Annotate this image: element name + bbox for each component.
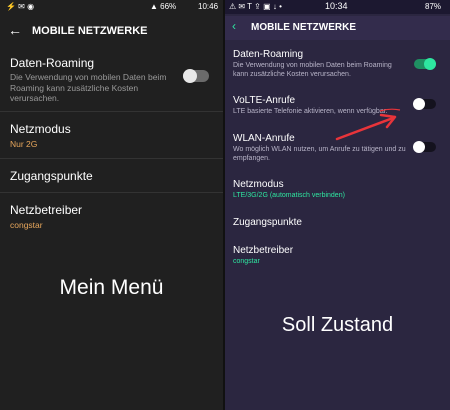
caption-target-state: Soll Zustand — [281, 314, 394, 336]
setting-title: Netzbetreiber — [10, 203, 83, 217]
caption-my-menu: Mein Menü — [59, 276, 164, 299]
page-title: MOBILE NETZWERKE — [32, 25, 148, 37]
comparison-screenshot: ⚡ ✉ ◉ ▲ 66% 10:46 ← MOBILE NETZWERKE Dat… — [0, 0, 450, 410]
divider — [0, 158, 223, 159]
back-arrow-icon[interactable]: ← — [8, 22, 22, 38]
right-phone-screen: ⚠ ✉ T ⇪ ▣ ↓ • 10:34 87% ‹ MOBILE NETZWER… — [225, 0, 450, 410]
setting-title: Daten-Roaming — [10, 56, 95, 70]
setting-title: Netzmodus — [10, 122, 71, 136]
notification-icons: ⚡ ✉ ◉ — [6, 2, 35, 11]
divider — [0, 111, 223, 112]
divider — [0, 192, 223, 193]
setting-value: Nur 2G — [10, 139, 38, 149]
setting-data-roaming[interactable]: Daten-Roaming Die Verwendung von mobilen… — [0, 56, 223, 106]
app-bar: ← MOBILE NETZWERKE — [0, 18, 223, 46]
setting-subtitle: Die Verwendung von mobilen Daten beim Ro… — [10, 72, 167, 104]
setting-value: congstar — [10, 220, 43, 230]
toggle-knob — [183, 69, 197, 83]
status-bar: ⚡ ✉ ◉ ▲ 66% 10:46 — [0, 0, 223, 14]
setting-network-mode[interactable]: Netzmodus Nur 2G — [0, 122, 223, 152]
setting-title: Zugangspunkte — [10, 169, 93, 183]
setting-network-operator[interactable]: Netzbetreiber congstar — [0, 203, 223, 233]
status-time: 10:46 — [198, 2, 219, 11]
roaming-toggle[interactable] — [183, 69, 209, 83]
left-phone-screen: ⚡ ✉ ◉ ▲ 66% 10:46 ← MOBILE NETZWERKE Dat… — [0, 0, 223, 410]
red-arrow-annotation-icon — [335, 108, 401, 141]
setting-access-points[interactable]: Zugangspunkte — [0, 169, 223, 189]
signal-battery: ▲ 66% — [150, 2, 177, 11]
